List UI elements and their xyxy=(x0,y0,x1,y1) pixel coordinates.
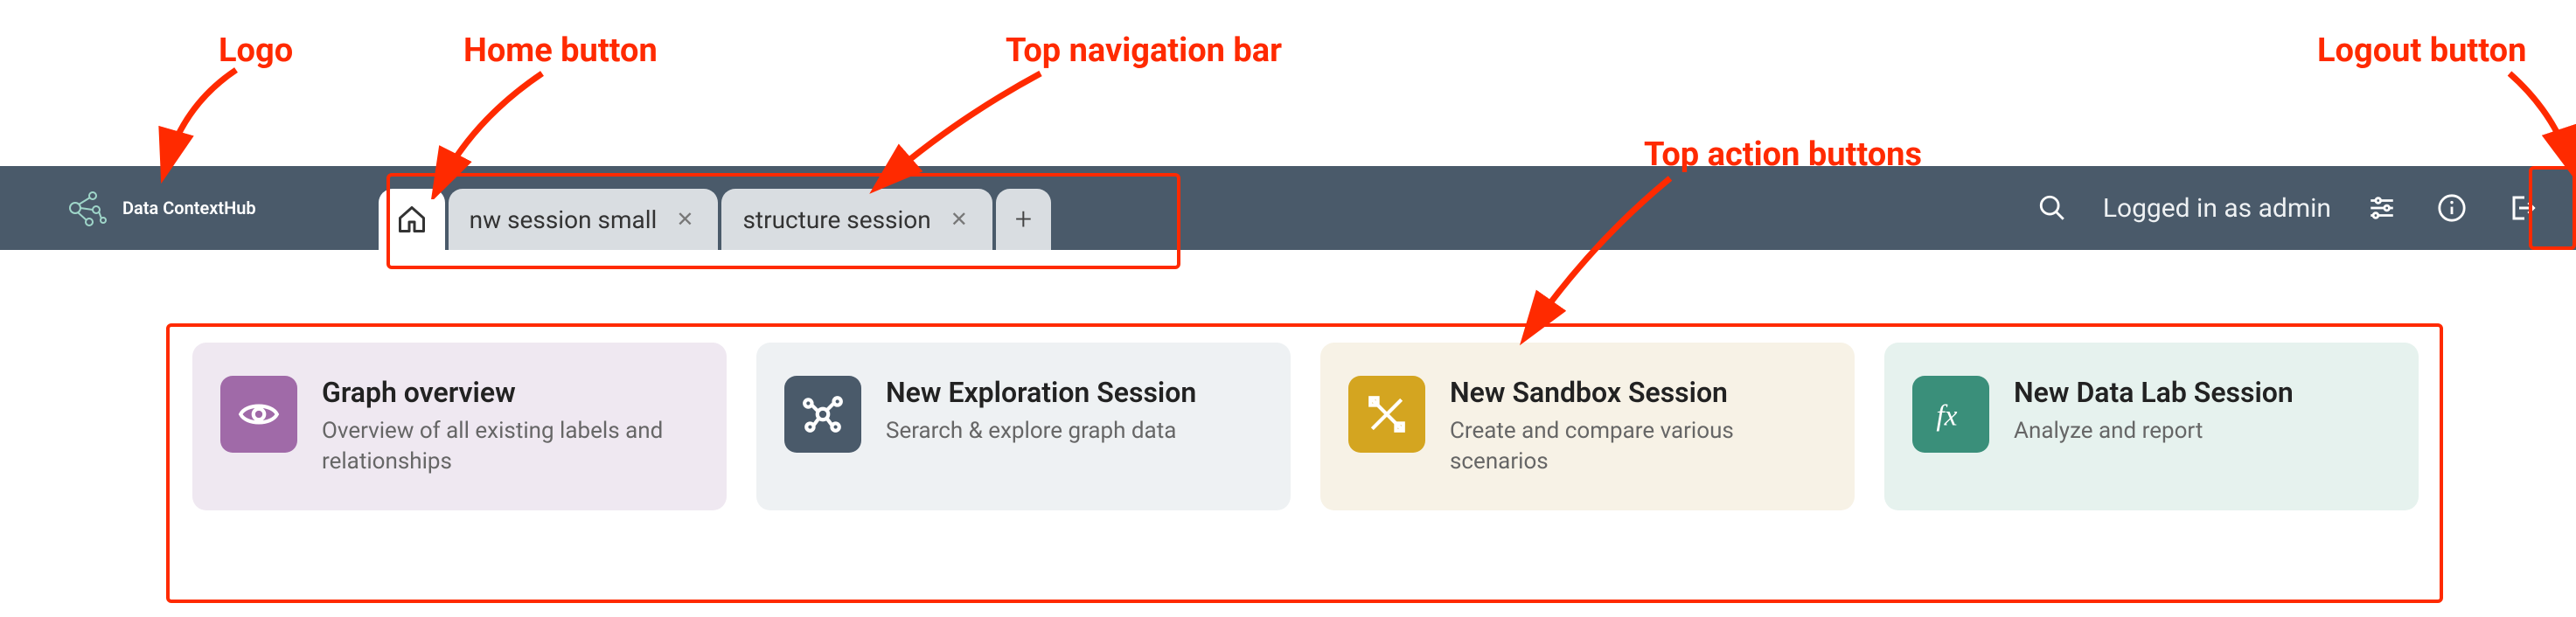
logout-button[interactable] xyxy=(2503,189,2541,227)
search-button[interactable] xyxy=(2033,189,2071,227)
session-tab-label: structure session xyxy=(742,205,930,234)
annotation-arrow-actions xyxy=(1504,173,1696,348)
plus-icon: + xyxy=(1015,202,1032,237)
settings-sliders-button[interactable] xyxy=(2363,189,2401,227)
card-subtitle: Create and compare various scenarios xyxy=(1450,416,1827,477)
logout-icon xyxy=(2506,192,2538,224)
search-icon xyxy=(2037,193,2067,223)
card-title: New Sandbox Session xyxy=(1450,376,1827,409)
info-button[interactable] xyxy=(2433,189,2471,227)
annotation-top-nav: Top navigation bar xyxy=(1006,31,1282,70)
annotation-home-button: Home button xyxy=(463,31,658,70)
home-icon xyxy=(396,204,428,235)
card-title: Graph overview xyxy=(322,376,699,409)
graph-network-icon xyxy=(784,376,861,453)
logo-text: Data ContextHub xyxy=(122,198,256,218)
design-tools-icon xyxy=(1348,376,1425,453)
close-tab-icon[interactable]: ✕ xyxy=(672,205,697,233)
new-exploration-card[interactable]: New Exploration Session Serarch & explor… xyxy=(756,343,1291,510)
close-tab-icon[interactable]: ✕ xyxy=(947,205,971,233)
annotation-logout-button: Logout button xyxy=(2317,31,2526,70)
annotation-arrow-logo xyxy=(149,61,254,184)
logo-graph-icon xyxy=(61,184,110,232)
annotation-logo: Logo xyxy=(219,31,293,70)
graph-overview-card[interactable]: Graph overview Overview of all existing … xyxy=(192,343,727,510)
new-sandbox-card[interactable]: New Sandbox Session Create and compare v… xyxy=(1320,343,1855,510)
card-title: New Data Lab Session xyxy=(2014,376,2294,409)
annotation-arrow-logout xyxy=(2492,68,2576,182)
card-subtitle: Serarch & explore graph data xyxy=(886,416,1196,447)
session-tab-label: nw session small xyxy=(470,205,658,234)
new-datalab-card[interactable]: fx New Data Lab Session Analyze and repo… xyxy=(1884,343,2419,510)
svg-text:fx: fx xyxy=(1936,400,1957,433)
function-fx-icon: fx xyxy=(1912,376,1989,453)
eye-icon xyxy=(220,376,297,453)
card-subtitle: Overview of all existing labels and rela… xyxy=(322,416,699,477)
action-cards-row: Graph overview Overview of all existing … xyxy=(192,343,2419,510)
annotation-top-actions: Top action buttons xyxy=(1644,135,1922,174)
top-navigation-bar: Data ContextHub nw session small ✕ struc… xyxy=(0,166,2576,250)
topbar-right: Logged in as admin xyxy=(2033,189,2541,227)
annotation-arrow-home xyxy=(420,68,560,199)
card-subtitle: Analyze and report xyxy=(2014,416,2294,447)
logged-in-text: Logged in as admin xyxy=(2103,193,2331,224)
card-title: New Exploration Session xyxy=(886,376,1196,409)
info-icon xyxy=(2437,193,2467,223)
sliders-icon xyxy=(2367,193,2397,223)
logo[interactable]: Data ContextHub xyxy=(61,184,256,232)
annotation-arrow-topnav xyxy=(857,68,1067,199)
